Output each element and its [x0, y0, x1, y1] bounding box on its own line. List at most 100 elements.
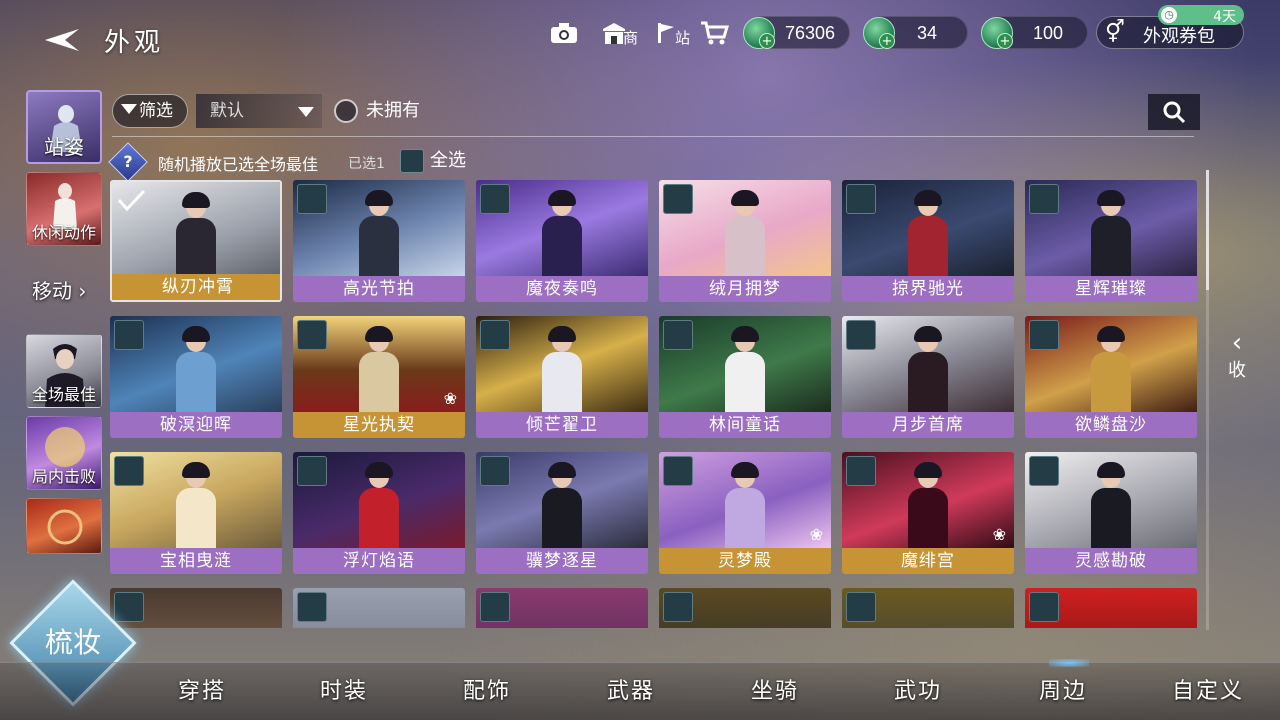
collapse-button[interactable]: ‹ 收	[1222, 330, 1252, 390]
scrollbar-thumb[interactable]	[1206, 170, 1209, 290]
tab-3[interactable]: 武器	[607, 673, 655, 705]
tab-6[interactable]: 周边	[1039, 659, 1090, 705]
bottom-tab-bar: 穿搭 时装 配饰 武器 坐骑 武功 周边 自定义	[0, 659, 1280, 720]
currency-amount: 100	[1032, 23, 1063, 43]
card-name: 魔绯宫	[842, 548, 1014, 574]
tab-4[interactable]: 坐骑	[751, 673, 799, 705]
character-figure	[542, 190, 582, 278]
appearance-card[interactable]: ❀ 星光执契	[293, 316, 465, 438]
checkbox-icon[interactable]	[1029, 184, 1059, 214]
appearance-card[interactable]: 宝相曳涟	[110, 452, 282, 574]
checkbox-icon[interactable]	[846, 592, 876, 622]
appearance-card[interactable]	[110, 588, 282, 628]
select-all-checkbox[interactable]: 全选	[400, 149, 466, 173]
checkbox-icon[interactable]	[297, 184, 327, 214]
checkbox-icon[interactable]	[114, 320, 144, 350]
checkbox-icon[interactable]	[663, 320, 693, 350]
shop-icon[interactable]: 商	[596, 16, 638, 50]
checkbox-icon[interactable]	[846, 184, 876, 214]
checkbox-icon[interactable]	[663, 592, 693, 622]
add-icon[interactable]: +	[997, 33, 1013, 49]
page-title: 外观	[104, 28, 165, 58]
search-button[interactable]	[1148, 94, 1200, 130]
sidebar-item-leisure[interactable]: 休闲动作	[26, 172, 102, 246]
appearance-card[interactable]: 林间童话	[659, 316, 831, 438]
sidebar-item-in-game-defeat[interactable]: 局内击败	[26, 416, 102, 490]
appearance-card[interactable]: 掠界驰光	[842, 180, 1014, 302]
appearance-card[interactable]	[659, 588, 831, 628]
checkbox-icon[interactable]	[114, 456, 144, 486]
appearance-card[interactable]: 骥梦逐星	[476, 452, 648, 574]
appearance-card[interactable]: 破溟迎晖	[110, 316, 282, 438]
appearance-card[interactable]: 绒月拥梦	[659, 180, 831, 302]
sidebar-item-stance[interactable]: 站姿	[26, 90, 102, 164]
card-name: 欲鳞盘沙	[1025, 412, 1197, 438]
checkbox-icon[interactable]	[480, 320, 510, 350]
currency-jade[interactable]: + 76306	[743, 16, 850, 49]
appearance-card[interactable]	[476, 588, 648, 628]
appearance-card[interactable]: 高光节拍	[293, 180, 465, 302]
cart-icon[interactable]	[696, 16, 732, 50]
sidebar-item-move[interactable]: 移动 ›	[26, 266, 102, 316]
tab-0[interactable]: 穿搭	[178, 673, 226, 705]
sidebar-item-label: 全场最佳	[31, 385, 96, 404]
tab-2[interactable]: 配饰	[463, 673, 511, 705]
appearance-card[interactable]	[1025, 588, 1197, 628]
station-icon[interactable]: 站	[648, 16, 690, 50]
currency-token[interactable]: + 34	[863, 16, 968, 49]
appearance-card[interactable]: 纵刃冲霄	[110, 180, 282, 302]
card-name: 灵感勘破	[1025, 548, 1197, 574]
appearance-card[interactable]	[293, 588, 465, 628]
checkbox-icon[interactable]	[480, 592, 510, 622]
appearance-card[interactable]: 浮灯焰语	[293, 452, 465, 574]
appearance-card[interactable]: 星辉璀璨	[1025, 180, 1197, 302]
checkbox-icon[interactable]	[297, 320, 327, 350]
appearance-card[interactable]: 魔夜奏鸣	[476, 180, 648, 302]
character-figure	[542, 326, 582, 414]
clock-icon: ◷	[1161, 7, 1177, 23]
card-name: 灵梦殿	[659, 548, 831, 574]
add-icon[interactable]: +	[879, 33, 895, 49]
tab-5[interactable]: 武功	[894, 673, 942, 705]
back-button[interactable]	[36, 20, 86, 60]
unowned-toggle[interactable]: 未拥有	[334, 97, 420, 125]
appearance-card[interactable]: ❀ 灵梦殿	[659, 452, 831, 574]
help-icon[interactable]: ?	[108, 142, 148, 182]
checkbox-icon[interactable]	[846, 320, 876, 350]
checkbox-icon[interactable]	[1029, 456, 1059, 486]
checkbox-icon[interactable]	[846, 456, 876, 486]
sidebar-item-mvp[interactable]: 全场最佳	[26, 334, 102, 408]
checkbox-icon[interactable]	[1029, 592, 1059, 622]
appearance-card[interactable]	[842, 588, 1014, 628]
station-icon-label: 站	[674, 29, 690, 47]
appearance-card[interactable]: 倾芒翟卫	[476, 316, 648, 438]
card-name: 掠界驰光	[842, 276, 1014, 302]
sidebar-item-more[interactable]	[26, 498, 102, 554]
camera-icon[interactable]	[546, 16, 582, 50]
checkbox-icon[interactable]	[480, 184, 510, 214]
appearance-card[interactable]: 欲鳞盘沙	[1025, 316, 1197, 438]
currency-amount: 34	[916, 23, 937, 43]
checkbox-icon[interactable]	[297, 456, 327, 486]
card-name: 纵刃冲霄	[112, 274, 280, 300]
character-figure	[725, 326, 765, 414]
checkbox-icon[interactable]	[297, 592, 327, 622]
tab-1[interactable]: 时装	[320, 673, 368, 705]
checkmark-icon[interactable]	[116, 186, 146, 216]
checkbox-icon[interactable]	[663, 456, 693, 486]
appearance-card[interactable]: 灵感勘破	[1025, 452, 1197, 574]
card-name: 林间童话	[659, 412, 831, 438]
checkbox-icon[interactable]	[1029, 320, 1059, 350]
checkbox-icon[interactable]	[480, 456, 510, 486]
checkbox-icon[interactable]	[663, 184, 693, 214]
currency-ticket[interactable]: + 100	[981, 16, 1088, 49]
radio-icon	[334, 99, 358, 123]
filter-button[interactable]: 筛选	[112, 94, 188, 128]
checkbox-icon[interactable]	[114, 592, 144, 622]
appearance-card[interactable]: 月步首席	[842, 316, 1014, 438]
scrollbar[interactable]	[1206, 170, 1209, 630]
add-icon[interactable]: +	[759, 33, 775, 49]
sort-dropdown[interactable]: 默认	[196, 94, 322, 128]
tab-7[interactable]: 自定义	[1172, 673, 1244, 705]
appearance-card[interactable]: ❀ 魔绯宫	[842, 452, 1014, 574]
